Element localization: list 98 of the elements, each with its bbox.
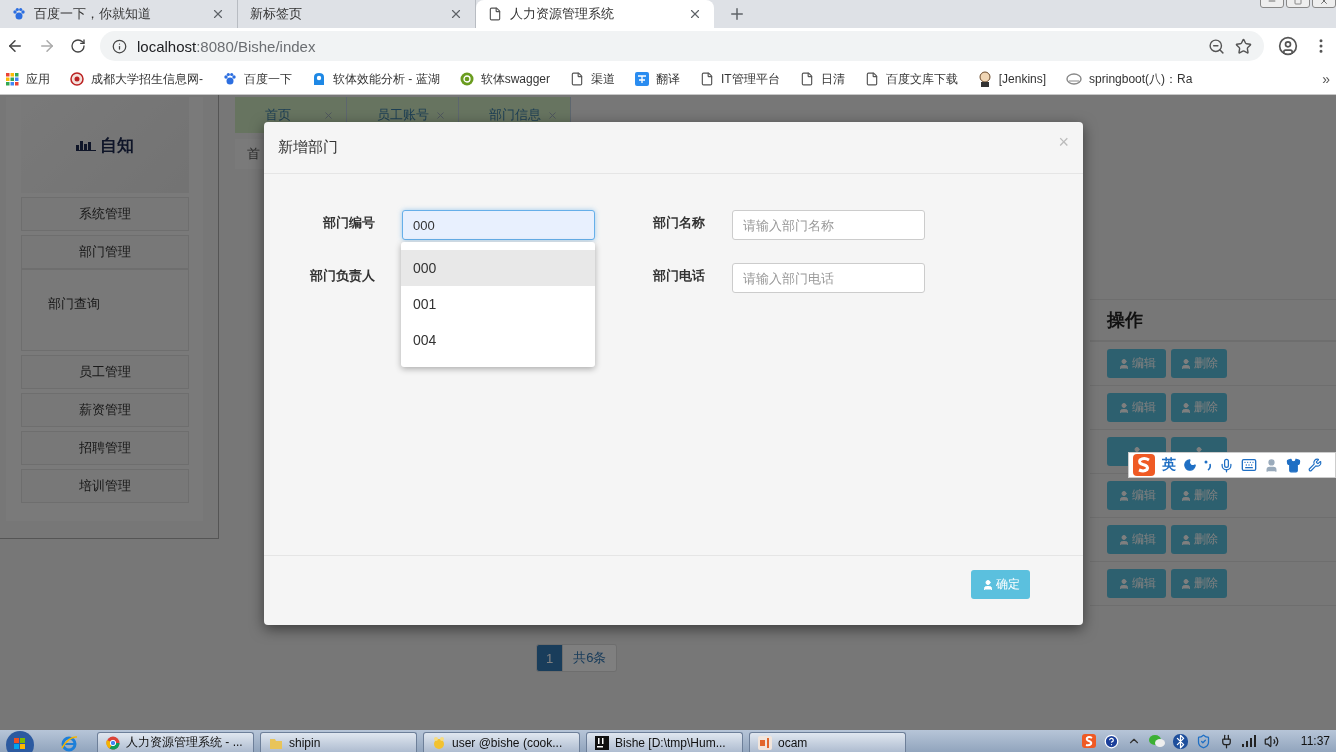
- cloud-icon: [1066, 72, 1083, 86]
- dropdown-option[interactable]: 004: [401, 322, 595, 358]
- taskbar-button[interactable]: ocam: [749, 732, 906, 752]
- recorder-icon: [758, 735, 772, 750]
- moon-icon[interactable]: [1183, 458, 1197, 472]
- swagger-icon: [459, 72, 474, 86]
- translate-icon: [635, 72, 650, 86]
- browser-tab[interactable]: 人力资源管理系统: [476, 0, 714, 28]
- ime-logo-icon[interactable]: [1133, 454, 1155, 476]
- taskbar-button[interactable]: 人力资源管理系统 - ...: [97, 732, 254, 752]
- bookmark[interactable]: 百度一下: [223, 70, 292, 88]
- paw-icon: [12, 7, 26, 21]
- sidebar-item[interactable]: 部门管理: [21, 235, 189, 269]
- bookmark[interactable]: [Jenkins]: [977, 71, 1047, 87]
- sidebar-item[interactable]: 员工管理: [21, 355, 189, 389]
- user-icon: [1117, 533, 1130, 546]
- user-icon: [1180, 401, 1192, 414]
- user-icon: [1117, 489, 1130, 502]
- page-icon: [799, 72, 814, 86]
- bookmark[interactable]: 日清: [799, 70, 845, 88]
- paw-icon: [223, 72, 237, 86]
- sidebar-item[interactable]: 培训管理: [21, 469, 189, 503]
- close-icon[interactable]: [211, 7, 225, 21]
- sidebar-item[interactable]: 系统管理: [21, 197, 189, 231]
- field-label: 部门编号: [322, 214, 375, 232]
- bluetooth-icon[interactable]: [1172, 733, 1188, 749]
- page-icon: [570, 72, 585, 86]
- field-label: 部门名称: [652, 214, 705, 232]
- total-count: 共6条: [563, 644, 618, 672]
- bookmark[interactable]: IT管理平台: [700, 70, 780, 88]
- input-field[interactable]: 000: [402, 210, 595, 240]
- dialog-title: 新增部门: [278, 138, 338, 157]
- ime-logo-icon[interactable]: [1081, 734, 1096, 748]
- shield-icon[interactable]: [1195, 733, 1211, 749]
- bookmark[interactable]: 百度文库下载: [864, 70, 958, 88]
- bookmark[interactable]: springboot(八)：Ra: [1066, 70, 1193, 88]
- user-icon: [1180, 533, 1192, 546]
- input-mode[interactable]: 英: [1162, 456, 1176, 474]
- reload-icon[interactable]: [70, 38, 86, 54]
- bookmark[interactable]: 翻译: [635, 70, 681, 88]
- bookmark[interactable]: 渠道: [570, 70, 616, 88]
- close-icon[interactable]: [449, 7, 463, 21]
- user-icon: [1180, 577, 1192, 590]
- bookmark[interactable]: 应用: [6, 70, 50, 88]
- taskbar-button[interactable]: shipin: [260, 732, 417, 752]
- signal-icon[interactable]: [1241, 735, 1256, 747]
- help-icon[interactable]: [1103, 733, 1119, 749]
- taskbar-button[interactable]: Bishe [D:\tmp\Hum...: [586, 732, 743, 752]
- field-label: 部门电话: [652, 267, 705, 285]
- dropdown-option[interactable]: 000: [401, 250, 595, 286]
- more-bookmarks[interactable]: »: [1322, 71, 1330, 87]
- apps-grid-icon: [6, 72, 19, 86]
- wrench-icon[interactable]: [1308, 458, 1322, 472]
- submenu-item[interactable]: 部门查询: [48, 296, 100, 311]
- mic-icon[interactable]: [1219, 457, 1234, 473]
- star-icon[interactable]: [1235, 37, 1252, 55]
- close-icon[interactable]: [688, 7, 702, 21]
- bee-icon: [432, 735, 446, 750]
- bookmark[interactable]: 软体swagger: [459, 70, 551, 88]
- user-icon: [1180, 357, 1192, 370]
- page-icon: [488, 7, 502, 21]
- back-icon[interactable]: [6, 37, 24, 55]
- butler-icon: [977, 71, 992, 87]
- clock: 11:37: [1300, 734, 1330, 748]
- input-field[interactable]: 请输入部门名称: [732, 210, 925, 240]
- dropdown-option[interactable]: 001: [401, 286, 595, 322]
- taskbar-button[interactable]: user @bishe (cook...: [423, 732, 580, 752]
- zoom-icon[interactable]: [1208, 37, 1225, 55]
- keyboard-icon[interactable]: [1241, 457, 1257, 473]
- sidebar-item[interactable]: 招聘管理: [21, 431, 189, 465]
- user-icon: [981, 578, 994, 591]
- info-icon[interactable]: [112, 38, 127, 54]
- url-path: :8080/Bishe/index: [196, 37, 316, 55]
- user-icon: [1117, 357, 1130, 370]
- shirt-icon[interactable]: [1286, 457, 1301, 473]
- page-icon: [700, 72, 715, 86]
- user-icon: [1117, 401, 1130, 414]
- seal-icon: [70, 72, 84, 86]
- column-header: 操作: [1090, 300, 1336, 342]
- url-host: localhost: [137, 37, 197, 55]
- user-icon: [1117, 577, 1130, 590]
- monster-icon: [312, 72, 326, 86]
- sidebar-item[interactable]: 薪资管理: [21, 393, 189, 427]
- address-bar[interactable]: localhost:8080/Bishe/index: [100, 31, 1264, 61]
- input-field[interactable]: 请输入部门电话: [732, 263, 925, 293]
- start-button[interactable]: [5, 730, 35, 752]
- ide-icon: [595, 735, 609, 750]
- bookmark[interactable]: 成都大学招生信息网-: [70, 70, 203, 88]
- profile-icon[interactable]: [1278, 36, 1298, 56]
- user-icon: [1180, 489, 1192, 502]
- bookmark[interactable]: 软体效能分析 - 蓝湖: [312, 70, 440, 88]
- page-icon: [864, 72, 879, 86]
- field-label: 部门负责人: [309, 267, 375, 285]
- volume-icon[interactable]: [1263, 733, 1279, 749]
- punctuation-icon[interactable]: [1204, 459, 1212, 471]
- logo-text: 自知: [100, 134, 134, 157]
- bars-icon: [76, 139, 96, 151]
- chrome-icon: [106, 735, 120, 750]
